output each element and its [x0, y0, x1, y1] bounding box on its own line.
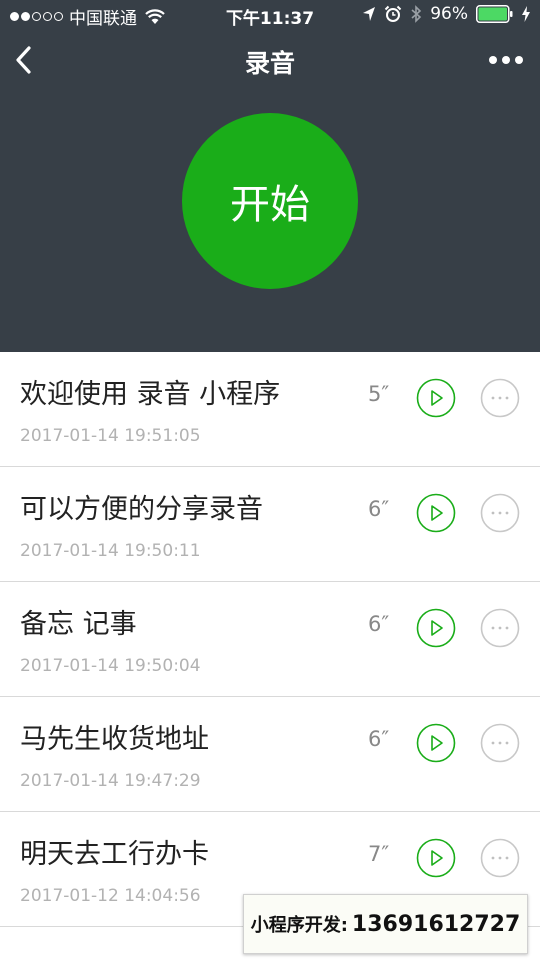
recording-timestamp: 2017-01-14 19:50:11 — [20, 541, 201, 561]
recording-title: 欢迎使用 录音 小程序 — [20, 379, 281, 410]
recording-duration: 5″ — [368, 382, 390, 406]
more-dots-icon[interactable] — [480, 723, 520, 763]
watermark-banner: 小程序开发: 13691612727 — [243, 894, 528, 954]
recording-timestamp: 2017-01-14 19:51:05 — [20, 426, 201, 446]
status-right: 96% — [362, 4, 530, 24]
charging-bolt-icon — [522, 6, 530, 22]
list-item[interactable]: 欢迎使用 录音 小程序 2017-01-14 19:51:05 5″ — [0, 352, 540, 467]
play-icon[interactable] — [416, 838, 456, 878]
recording-duration: 6″ — [368, 612, 390, 636]
play-icon[interactable] — [416, 493, 456, 533]
navigation-bar: 录音 — [0, 30, 540, 90]
watermark-label: 小程序开发: — [250, 915, 348, 936]
list-item[interactable]: 马先生收货地址 2017-01-14 19:47:29 6″ — [0, 697, 540, 812]
header-area: 中国联通 下午11:37 96% 录音 开始 — [0, 0, 540, 352]
alarm-clock-icon — [384, 5, 402, 22]
play-icon[interactable] — [416, 608, 456, 648]
recording-title: 备忘 记事 — [20, 609, 137, 640]
recording-timestamp: 2017-01-14 19:47:29 — [20, 771, 201, 791]
play-icon[interactable] — [416, 378, 456, 418]
status-bar: 中国联通 下午11:37 96% — [0, 0, 540, 30]
recording-title: 明天去工行办卡 — [20, 839, 209, 870]
play-icon[interactable] — [416, 723, 456, 763]
bluetooth-icon — [411, 5, 422, 23]
recording-title: 马先生收货地址 — [20, 724, 209, 755]
recording-list: 欢迎使用 录音 小程序 2017-01-14 19:51:05 5″ 可以方便的… — [0, 352, 540, 927]
list-item[interactable]: 备忘 记事 2017-01-14 19:50:04 6″ — [0, 582, 540, 697]
recording-timestamp: 2017-01-12 14:04:56 — [20, 886, 201, 906]
recording-timestamp: 2017-01-14 19:50:04 — [20, 656, 201, 676]
watermark-phone: 13691612727 — [351, 911, 521, 937]
recording-title: 可以方便的分享录音 — [20, 494, 263, 525]
recording-duration: 6″ — [368, 727, 390, 751]
list-item[interactable]: 可以方便的分享录音 2017-01-14 19:50:11 6″ — [0, 467, 540, 582]
recording-duration: 7″ — [368, 842, 390, 866]
start-recording-button[interactable]: 开始 — [182, 113, 358, 289]
page-title: 录音 — [244, 49, 295, 78]
more-options-icon[interactable] — [488, 54, 524, 66]
recording-duration: 6″ — [368, 497, 390, 521]
more-dots-icon[interactable] — [480, 493, 520, 533]
battery-percent: 96% — [430, 4, 468, 24]
more-dots-icon[interactable] — [480, 838, 520, 878]
battery-icon — [476, 5, 513, 23]
location-arrow-icon — [363, 7, 376, 21]
more-dots-icon[interactable] — [480, 378, 520, 418]
more-dots-icon[interactable] — [480, 608, 520, 648]
